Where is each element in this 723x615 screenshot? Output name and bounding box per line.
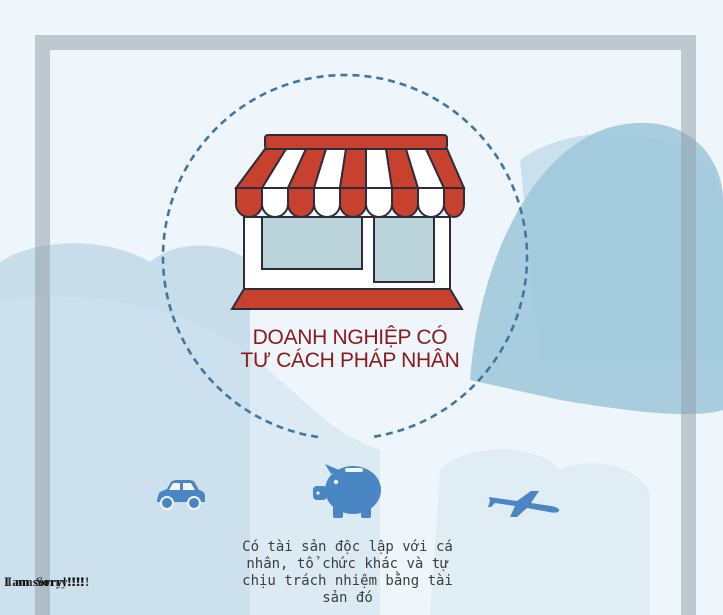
shop-illustration	[161, 73, 529, 439]
description-line-2: nhân, tổ chức khác và tự	[246, 556, 449, 572]
title-line-2: TƯ CÁCH PHÁP NHÂN	[240, 349, 460, 372]
piggy-bank-icon	[313, 464, 381, 518]
title-line-1: DOANH NGHIỆP CÓ	[252, 326, 448, 349]
shop-icon	[230, 134, 466, 310]
description-line-4: sản đó	[322, 590, 373, 606]
car-icon	[157, 480, 205, 510]
airplane-icon	[488, 491, 560, 517]
overlay-text-b: I am Sorry!!!!!	[7, 574, 90, 589]
description-line-1: Có tài sản độc lập với cá	[242, 539, 453, 555]
description-line-3: chịu trách nhiệm bằng tài	[242, 573, 453, 589]
infographic-page: DOANH NGHIỆP CÓ TƯ CÁCH PHÁP NHÂN Có tài…	[0, 0, 723, 615]
